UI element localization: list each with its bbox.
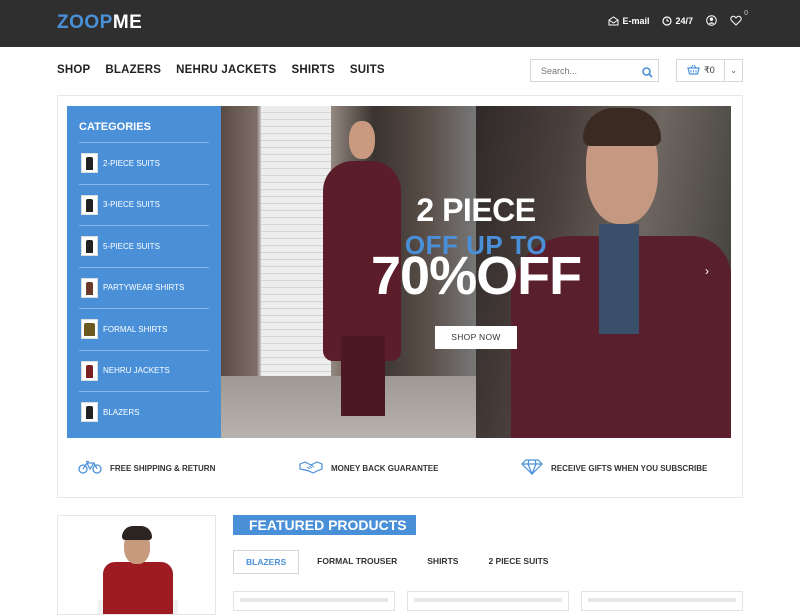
heart-icon bbox=[730, 15, 742, 26]
category-label: BLAZERS bbox=[103, 407, 140, 417]
category-label: 2-PIECE SUITS bbox=[103, 158, 160, 168]
support-label: 24/7 bbox=[675, 15, 693, 26]
chevron-right-icon[interactable]: › bbox=[705, 264, 709, 278]
wishlist-count: 0 bbox=[744, 10, 748, 17]
model-standing-trousers bbox=[341, 336, 385, 416]
email-icon bbox=[608, 15, 619, 26]
category-thumbnail bbox=[81, 402, 98, 423]
product-tabs: BLAZERS FORMAL TROUSER SHIRTS 2 PIECE SU… bbox=[233, 550, 566, 574]
hero-slider[interactable]: 2 PIECE OFF UP TO 70%OFF SHOP NOW › bbox=[221, 106, 731, 438]
brand-logo[interactable]: ZOOPME bbox=[57, 12, 142, 34]
cart-summary[interactable]: ₹0 bbox=[677, 64, 724, 77]
cart-widget[interactable]: ₹0 ⌄ bbox=[676, 59, 743, 82]
diamond-icon bbox=[521, 459, 543, 477]
features-bar: FREE SHIPPING & RETURN MONEY BACK GUARAN… bbox=[78, 459, 718, 477]
category-label: 5-PIECE SUITS bbox=[103, 241, 160, 251]
clock-icon bbox=[662, 15, 673, 26]
nav-item-suits[interactable]: SUITS bbox=[350, 64, 385, 76]
logo-part-1: ZOOP bbox=[57, 12, 113, 33]
promo-model-hair bbox=[122, 526, 152, 540]
email-link[interactable]: E-mail bbox=[608, 16, 649, 26]
model-seated-hair bbox=[583, 108, 661, 146]
product-card[interactable] bbox=[233, 591, 395, 611]
feature-label: FREE SHIPPING & RETURN bbox=[110, 463, 216, 473]
user-icon bbox=[706, 15, 717, 26]
basket-icon bbox=[687, 64, 700, 77]
nav-item-shirts[interactable]: SHIRTS bbox=[292, 64, 335, 76]
category-thumbnail bbox=[81, 153, 98, 174]
chevron-down-icon[interactable]: ⌄ bbox=[724, 60, 742, 81]
feature-label: MONEY BACK GUARANTEE bbox=[331, 463, 439, 473]
feature-money-back: MONEY BACK GUARANTEE bbox=[299, 459, 521, 477]
feature-free-shipping: FREE SHIPPING & RETURN bbox=[78, 459, 299, 477]
tab-shirts[interactable]: SHIRTS bbox=[415, 550, 470, 574]
main-nav: SHOP BLAZERS NEHRU JACKETS SHIRTS SUITS bbox=[57, 64, 385, 76]
handshake-icon bbox=[299, 460, 323, 476]
tab-blazers[interactable]: BLAZERS bbox=[233, 550, 300, 574]
hero-headline: 2 PIECE bbox=[416, 192, 536, 228]
model-seated-shirt bbox=[599, 224, 639, 334]
category-item-3-piece-suits[interactable]: 3-PIECE SUITS bbox=[79, 183, 209, 226]
category-label: NEHRU JACKETS bbox=[103, 366, 170, 376]
promo-model-jacket bbox=[103, 562, 173, 614]
category-item-nehru-jackets[interactable]: NEHRU JACKETS bbox=[79, 349, 209, 392]
top-links: E-mail 24/7 0 bbox=[608, 10, 748, 26]
category-label: 3-PIECE SUITS bbox=[103, 200, 160, 210]
account-link[interactable] bbox=[706, 15, 717, 26]
category-thumbnail bbox=[81, 360, 98, 381]
support-link[interactable]: 24/7 bbox=[662, 16, 693, 26]
wishlist-link[interactable]: 0 bbox=[730, 10, 748, 26]
top-bar: ZOOPME E-mail 24/7 0 bbox=[0, 0, 800, 47]
category-item-2-piece-suits[interactable]: 2-PIECE SUITS bbox=[79, 142, 209, 184]
tab-2-piece-suits[interactable]: 2 PIECE SUITS bbox=[476, 550, 560, 574]
shop-now-button[interactable]: SHOP NOW bbox=[435, 326, 517, 349]
category-item-partywear-shirts[interactable]: PARTYWEAR SHIRTS bbox=[79, 266, 209, 309]
logo-part-2: ME bbox=[112, 12, 143, 33]
tab-formal-trouser[interactable]: FORMAL TROUSER bbox=[305, 550, 409, 574]
bicycle-icon bbox=[78, 460, 102, 476]
email-label: E-mail bbox=[622, 15, 650, 26]
categories-title: CATEGORIES bbox=[79, 121, 151, 133]
category-label: PARTYWEAR SHIRTS bbox=[103, 283, 185, 293]
category-label: FORMAL SHIRTS bbox=[103, 324, 168, 334]
hero-discount: 70%OFF bbox=[371, 246, 582, 306]
category-item-blazers[interactable]: BLAZERS bbox=[79, 391, 209, 433]
category-thumbnail bbox=[81, 194, 98, 215]
category-item-formal-shirts[interactable]: FORMAL SHIRTS bbox=[79, 308, 209, 350]
category-thumbnail bbox=[81, 319, 98, 340]
feature-label: RECEIVE GIFTS WHEN YOU SUBSCRIBE bbox=[551, 463, 708, 473]
side-promo-card[interactable] bbox=[57, 515, 216, 615]
nav-item-shop[interactable]: SHOP bbox=[57, 64, 90, 76]
product-card[interactable] bbox=[407, 591, 569, 611]
product-card[interactable] bbox=[581, 591, 743, 611]
nav-item-nehru-jackets[interactable]: NEHRU JACKETS bbox=[176, 64, 276, 76]
category-item-5-piece-suits[interactable]: 5-PIECE SUITS bbox=[79, 225, 209, 267]
feature-gifts: RECEIVE GIFTS WHEN YOU SUBSCRIBE bbox=[521, 459, 707, 477]
search-input[interactable] bbox=[531, 60, 636, 81]
search-box bbox=[530, 59, 659, 82]
nav-item-blazers[interactable]: BLAZERS bbox=[105, 64, 161, 76]
model-standing-head bbox=[349, 121, 375, 159]
category-thumbnail bbox=[81, 277, 98, 298]
search-icon[interactable] bbox=[642, 65, 653, 83]
categories-menu: CATEGORIES 2-PIECE SUITS 3-PIECE SUITS 5… bbox=[67, 106, 221, 438]
featured-products-title: FEATURED PRODUCTS bbox=[233, 515, 416, 535]
cart-total: ₹0 bbox=[704, 65, 715, 75]
category-thumbnail bbox=[81, 236, 98, 257]
hero-section: CATEGORIES 2-PIECE SUITS 3-PIECE SUITS 5… bbox=[57, 95, 743, 498]
shutter-backdrop bbox=[261, 106, 331, 386]
